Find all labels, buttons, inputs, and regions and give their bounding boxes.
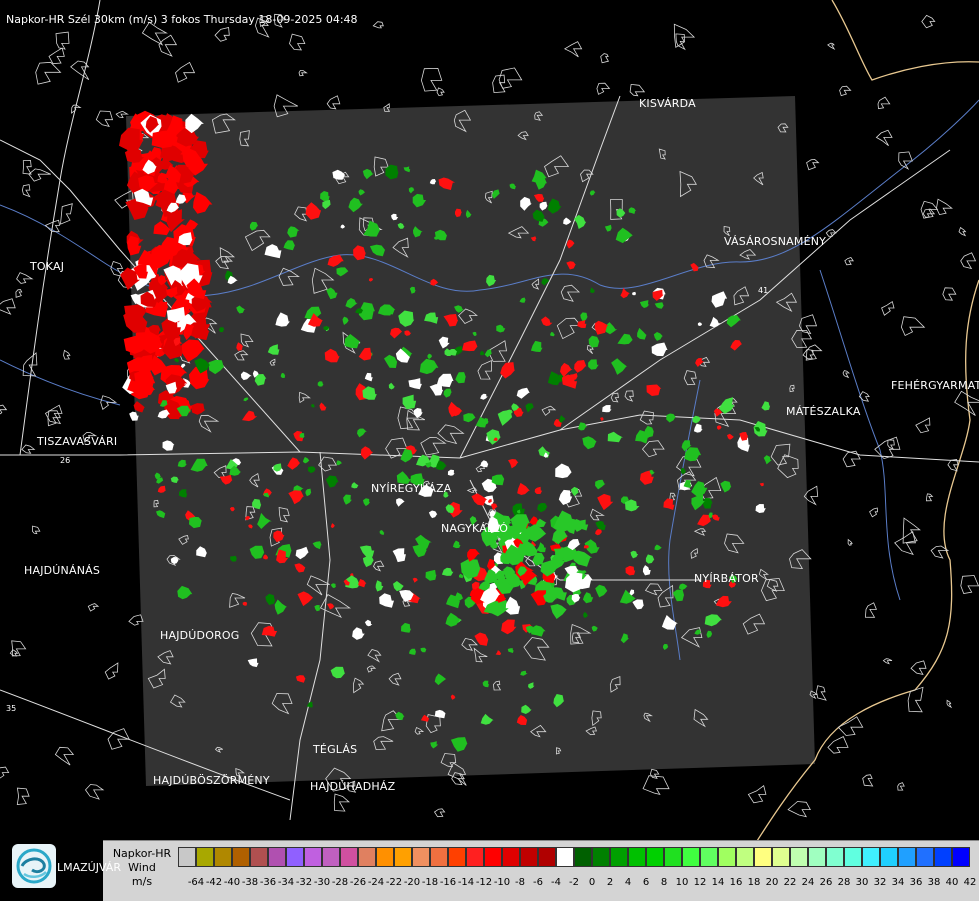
legend-swatch (934, 847, 952, 867)
city-label-fehergyarmat: FEHÉRGYARMAT (891, 379, 979, 392)
legend-tick: 42 (963, 877, 977, 888)
road-number-41: 41 (758, 286, 769, 295)
legend-swatch (538, 847, 556, 867)
legend-swatch (646, 847, 664, 867)
legend-source: Napkor-HR (112, 847, 172, 860)
legend-swatch (700, 847, 718, 867)
radar-coverage-area (126, 96, 815, 786)
legend-swatch (412, 847, 430, 867)
legend-swatch (520, 847, 538, 867)
napkor-logo-icon (12, 844, 56, 888)
road-number-35: 35 (6, 704, 17, 713)
legend-swatch (682, 847, 700, 867)
legend-swatch (772, 847, 790, 867)
legend-swatch (826, 847, 844, 867)
legend-swatch (736, 847, 754, 867)
city-label-tokaj: TOKAJ (30, 260, 65, 273)
legend-swatch (214, 847, 232, 867)
city-label-vasarosnameny: VÁSÁROSNAMÉNY (724, 235, 827, 248)
legend-swatch (286, 847, 304, 867)
legend-swatch (394, 847, 412, 867)
legend-swatch (952, 847, 970, 867)
legend-swatch (268, 847, 286, 867)
city-label-nyirbator: NYÍRBÁTOR (694, 572, 759, 585)
legend-swatch (430, 847, 448, 867)
logo-town-label: LMAZÚJVÁR (57, 861, 121, 874)
legend-swatch (196, 847, 214, 867)
legend-swatch (574, 847, 592, 867)
wind-legend: Napkor-HR Wind m/s -64 -42 -40 -38 -36 -34 -32… (103, 840, 979, 901)
legend-swatches (178, 847, 970, 867)
map-title: Napkor-HR Szél 30km (m/s) 3 fokos Thursd… (6, 13, 358, 26)
legend-swatch (610, 847, 628, 867)
legend-swatch (664, 847, 682, 867)
legend-swatch (232, 847, 250, 867)
legend-swatch (916, 847, 934, 867)
city-label-hajduboszormeny: HAJDÚBÖSZÖRMÉNY (153, 774, 270, 787)
legend-swatch (556, 847, 574, 867)
city-label-hajduhadhaz: HAJDÚHADHÁZ (310, 780, 396, 793)
city-label-tiszavasvari: TISZAVASVÁRI (37, 435, 118, 448)
legend-swatch (898, 847, 916, 867)
legend-swatch (790, 847, 808, 867)
legend-swatch (628, 847, 646, 867)
radar-map (0, 0, 979, 900)
legend-swatch (808, 847, 826, 867)
legend-unit: m/s (131, 875, 153, 888)
legend-swatch (250, 847, 268, 867)
city-label-nyiregyhaza: NYÍREGYHÁZA (371, 482, 452, 495)
legend-swatch (322, 847, 340, 867)
legend-swatch (178, 847, 196, 867)
legend-swatch (358, 847, 376, 867)
road-number-26: 26 (60, 456, 71, 465)
legend-swatch (718, 847, 736, 867)
legend-swatch (340, 847, 358, 867)
city-label-nagykallo: NAGYKÁLLÓ (441, 522, 509, 535)
city-label-mateszalka: MÁTÉSZALKA (786, 405, 861, 418)
legend-swatch (754, 847, 772, 867)
city-label-teglas: TÉGLÁS (313, 743, 358, 756)
legend-swatch (448, 847, 466, 867)
legend-swatch (880, 847, 898, 867)
legend-swatch (304, 847, 322, 867)
city-label-hajdunanas: HAJDÚNÁNÁS (24, 564, 101, 577)
legend-swatch (376, 847, 394, 867)
legend-swatch (484, 847, 502, 867)
city-label-hajdudorog: HAJDÚDOROG (160, 629, 240, 642)
legend-swatch (502, 847, 520, 867)
legend-swatch (844, 847, 862, 867)
legend-swatch (592, 847, 610, 867)
legend-swatch (862, 847, 880, 867)
legend-swatch (466, 847, 484, 867)
city-label-kisvarda: KISVÁRDA (639, 97, 696, 110)
